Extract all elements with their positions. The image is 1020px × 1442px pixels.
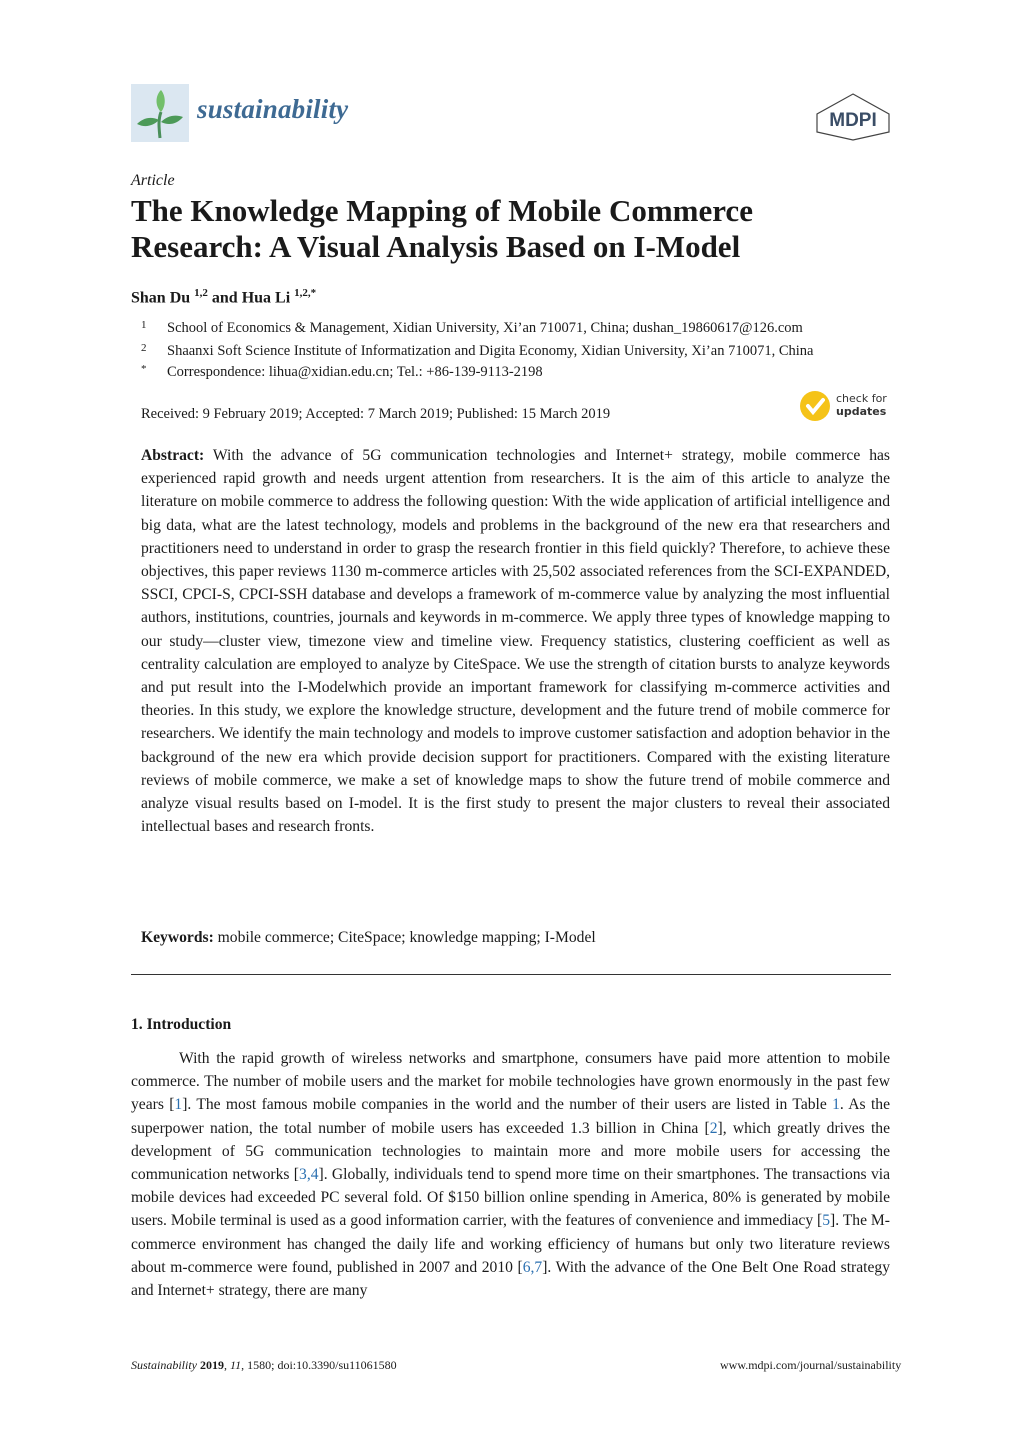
article-title: The Knowledge Mapping of Mobile Commerce…: [131, 193, 753, 264]
journal-name: sustainability: [197, 94, 349, 124]
keywords: Keywords: mobile commerce; CiteSpace; kn…: [141, 929, 596, 947]
article-type: Article: [131, 172, 175, 189]
affiliation-text: School of Economics & Management, Xidian…: [167, 320, 803, 336]
author-list: Shan Du 1,2 and Hua Li 1,2,*: [131, 287, 316, 307]
citation-link[interactable]: 6,7: [523, 1259, 543, 1276]
abstract-text: With the advance of 5G communication tec…: [141, 447, 891, 836]
author-name: Shan Du: [131, 289, 191, 307]
author-affiliation-mark: 1,2: [194, 287, 208, 299]
footer-url[interactable]: www.mdpi.com/journal/sustainability: [720, 1358, 901, 1373]
journal-logo: [131, 84, 189, 142]
section-heading: 1. Introduction: [131, 1016, 232, 1033]
introduction-paragraph: With the rapid growth of wireless networ…: [131, 1047, 890, 1302]
footer-journal: Sustainability: [131, 1358, 197, 1372]
check-for-updates-button[interactable]: check for updates: [800, 390, 892, 424]
footer-year: 2019: [200, 1358, 224, 1372]
keywords-label: Keywords:: [141, 929, 214, 946]
author-connector: and: [211, 289, 238, 307]
citation-link[interactable]: 3,4: [299, 1166, 319, 1183]
plant-sprout-icon: [137, 90, 183, 139]
mdpi-logo[interactable]: MDPI: [813, 92, 893, 142]
mdpi-logo-text: MDPI: [829, 110, 877, 131]
check-for-updates-line1: check for: [836, 392, 887, 405]
abstract: Abstract: With the advance of 5G communi…: [141, 444, 890, 838]
author-affiliation-mark: 1,2,*: [294, 287, 317, 299]
citation-link[interactable]: 2: [710, 1120, 718, 1137]
affiliation-text: Shaanxi Soft Science Institute of Inform…: [167, 343, 814, 359]
affiliation-mark: 2: [141, 342, 147, 354]
affiliation-mark: 1: [141, 319, 147, 331]
body-text: ]. The most famous mobile companies in t…: [182, 1096, 833, 1114]
footer-doi: , 1580; doi:10.3390/su11061580: [241, 1358, 397, 1372]
affiliation-mark: *: [141, 363, 147, 375]
footer-citation: Sustainability 2019, 11, 1580; doi:10.33…: [131, 1358, 397, 1372]
abstract-label: Abstract:: [141, 447, 205, 464]
citation-link[interactable]: 1: [832, 1096, 840, 1113]
citation-link[interactable]: 5: [822, 1212, 830, 1229]
publication-dates: Received: 9 February 2019; Accepted: 7 M…: [141, 406, 611, 422]
check-for-updates-line2: updates: [836, 405, 887, 418]
correspondence-text: Correspondence: lihua@xidian.edu.cn; Tel…: [167, 364, 543, 380]
divider: [131, 974, 891, 975]
checkmark-icon: [800, 391, 830, 421]
author-name: Hua Li: [241, 289, 291, 307]
keywords-text: mobile commerce; CiteSpace; knowledge ma…: [217, 929, 596, 946]
footer-volume: 11: [230, 1358, 242, 1372]
